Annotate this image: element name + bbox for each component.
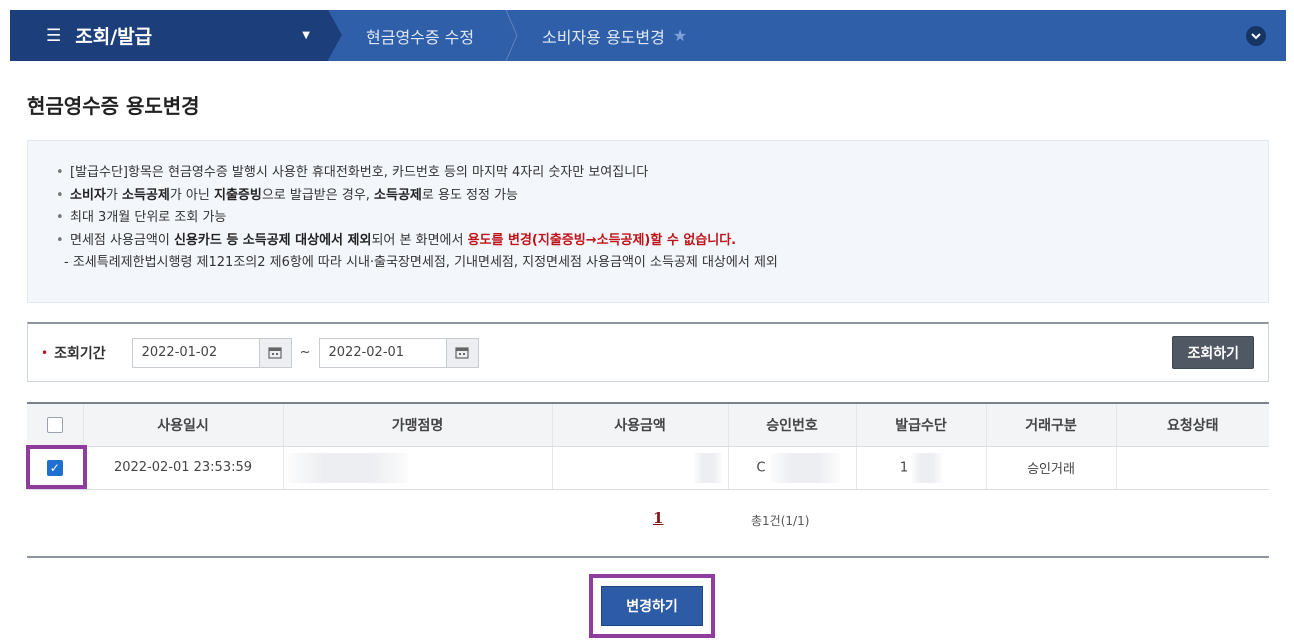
notice-emphasis: 소득공제 [121,187,170,203]
breadcrumb-label: 소비자용 용도변경 [542,27,665,47]
menu-dropdown[interactable]: ☰ 조회/발급 ▼ [10,10,342,61]
calendar-icon[interactable] [446,337,479,368]
chevron-down-icon[interactable] [1246,26,1266,46]
end-date-input[interactable] [318,337,447,368]
page-title: 현금영수증 용도변경 [27,94,200,118]
table-cell: 2022-02-01 23:53:59 [82,446,283,490]
notice-text: 로 용도 정정 가능 [421,187,519,203]
notice-text: 가 [105,187,122,203]
notice-text: [발급수단]항목은 현금영수증 발행시 사용한 휴대전화번호, 카드번호 등의 … [70,165,649,180]
notice-line: • 소비자가 소득공제가 아닌 지출증빙으로 발급받은 경우, 소득공제로 용도 … [56,185,1268,208]
column-header: 승인번호 [727,402,856,447]
column-header: 거래구분 [985,402,1116,447]
start-date-input[interactable] [131,337,260,368]
caret-down-icon: ▼ [302,30,310,41]
notice-emphasis: 지출증빙 [213,187,262,203]
notice-line: • 최대 3개월 단위로 조회 가능 [56,207,1268,230]
results-table: 사용일시 가맹점명 사용금액 승인번호 발급수단 거래구분 요청상태 ✓ 202… [27,402,1269,490]
redacted-issue-means [912,452,943,483]
page-link[interactable]: 1 [653,509,663,527]
bullet-icon: • [56,210,64,225]
bullet-icon: • [56,165,64,180]
date-range: ~ [131,337,479,368]
approval-prefix: C [756,460,766,475]
table-cell: 승인거래 [985,446,1116,490]
notice-box: • [발급수단]항목은 현금영수증 발행시 사용한 휴대전화번호, 카드번호 등의… [27,140,1269,303]
notice-text: 되어 본 화면에서 [371,232,468,248]
select-all-cell[interactable] [27,402,83,447]
issue-means-prefix: 1 [899,460,909,475]
highlight-box [26,445,87,489]
star-icon[interactable]: ★ [673,26,687,45]
period-label: 조회기간 [54,345,106,362]
calendar-icon[interactable] [259,337,292,368]
notice-text: 면세점 사용금액이 [70,232,174,248]
top-nav-bar: ☰ 조회/발급 ▼ 현금영수증 수정 소비자용 용도변경 ★ [10,10,1286,61]
table-cell: 1 [855,446,986,490]
redacted-merchant [287,452,408,483]
table-cell [1115,446,1269,490]
notice-emphasis: 소득공제 [374,187,422,203]
table-cell [282,446,552,490]
search-button[interactable]: 조회하기 [1172,336,1254,369]
notice-text: 최대 3개월 단위로 조회 가능 [70,210,227,225]
breadcrumb-label: 현금영수증 수정 [366,27,475,47]
notice-emphasis: 신용카드 등 소득공제 대상에서 제외 [173,232,372,248]
change-button[interactable]: 변경하기 [601,586,703,626]
chevron-right-icon [504,10,518,61]
search-panel: • 조회기간 ~ 조회하기 [27,322,1269,382]
divider [27,556,1269,558]
notice-line: - 조세특례제한법시행령 제121조의2 제6항에 따라 시내·출국장면세점, … [56,252,1268,275]
breadcrumb-item-receipt-edit[interactable]: 현금영수증 수정 [328,10,518,61]
notice-emphasis: 소비자 [70,187,106,203]
range-separator: ~ [299,345,311,360]
select-all-checkbox[interactable] [46,416,63,433]
notice-line: • [발급수단]항목은 현금영수증 발행시 사용한 휴대전화번호, 카드번호 등의… [56,162,1268,185]
table-header-row: 사용일시 가맹점명 사용금액 승인번호 발급수단 거래구분 요청상태 [27,402,1269,447]
column-header: 발급수단 [855,402,986,447]
breadcrumb-item-usage-change[interactable]: 소비자용 용도변경 ★ [518,10,687,61]
notice-text: 으로 발급받은 경우, [261,187,375,203]
redacted-approval [769,452,840,483]
bullet-icon: • [56,232,64,248]
bullet-icon: • [56,187,64,203]
menu-label: 조회/발급 [75,26,153,48]
required-mark: • [41,345,49,360]
column-header: 요청상태 [1115,402,1269,447]
column-header: 사용일시 [82,402,283,447]
notice-subtext: - 조세특례제한법시행령 제121조의2 제6항에 따라 시내·출국장면세점, … [64,255,778,270]
redacted-amount [693,452,722,483]
column-header: 가맹점명 [282,402,552,447]
table-cell [551,446,728,490]
column-header: 사용금액 [551,402,728,447]
notice-line: • 면세점 사용금액이 신용카드 등 소득공제 대상에서 제외되어 본 화면에서 … [56,230,1268,253]
total-count: 총1건(1/1) [751,514,810,528]
table-cell: C [727,446,856,490]
notice-text: 가 아닌 [169,187,214,203]
hamburger-icon: ☰ [46,25,62,46]
notice-warning: 용도를 변경(지출증빙→소득공제)할 수 없습니다. [467,232,737,248]
table-row[interactable]: ✓ 2022-02-01 23:53:59 C 1 승인거래 [27,446,1269,490]
